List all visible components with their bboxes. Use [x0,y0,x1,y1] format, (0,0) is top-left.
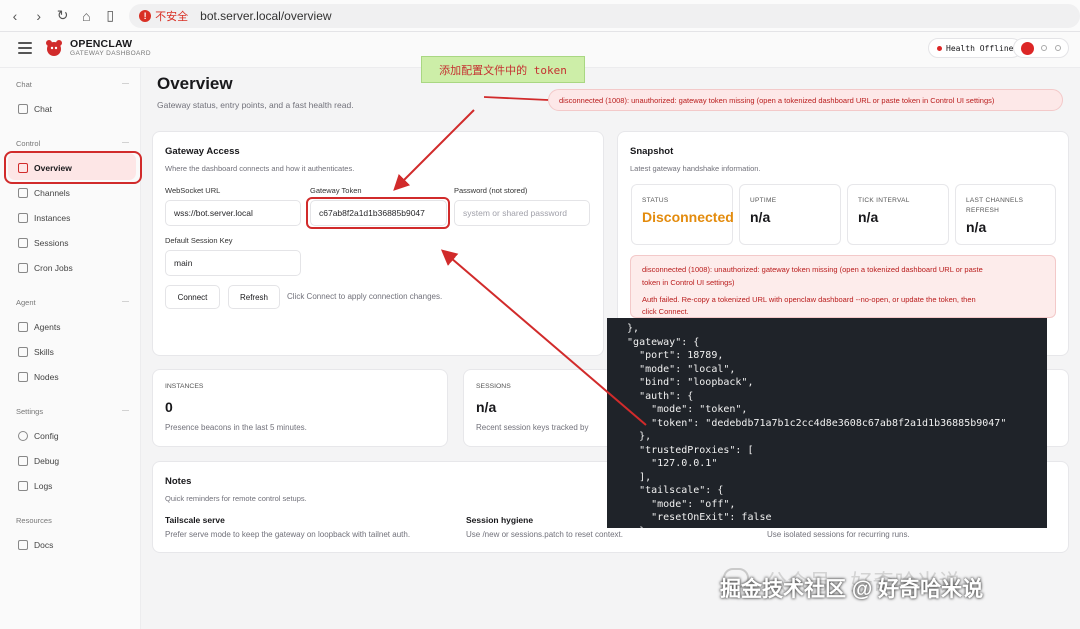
annotation-arrows [393,96,647,426]
arrow-from-config-icon [440,249,647,426]
arrow-to-token-icon [393,109,475,191]
annotation-line [483,96,549,101]
watermark: 掘金技术社区 @ 好奇哈米说 [720,578,984,601]
